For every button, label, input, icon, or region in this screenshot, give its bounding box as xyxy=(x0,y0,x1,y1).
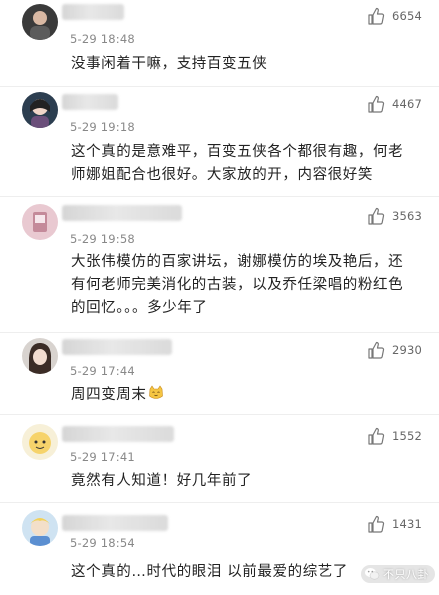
thumbs-up-icon xyxy=(366,6,386,26)
like-button[interactable]: 3563 xyxy=(366,206,436,226)
username[interactable] xyxy=(62,426,174,442)
divider xyxy=(0,332,439,333)
avatar[interactable] xyxy=(22,510,58,546)
thumbs-up-icon xyxy=(366,206,386,226)
thumbs-up-icon xyxy=(366,94,386,114)
divider xyxy=(0,502,439,503)
divider xyxy=(0,86,439,87)
thumbs-up-icon xyxy=(366,514,386,534)
like-button[interactable]: 1431 xyxy=(366,514,436,534)
watermark-text: 不只八卦 xyxy=(383,568,429,581)
username[interactable] xyxy=(62,205,182,221)
divider xyxy=(0,414,439,415)
thumbs-up-icon xyxy=(366,426,386,446)
avatar[interactable] xyxy=(22,338,58,374)
thumbs-up-icon xyxy=(366,340,386,360)
like-button[interactable]: 4467 xyxy=(366,94,436,114)
comment-time: 5-29 19:58 xyxy=(70,232,135,246)
like-count: 1431 xyxy=(392,517,423,531)
comment-text: 这个真的是意难平，百变五侠各个都很有趣，何老师娜姐配合也很好。大家放的开，内容很… xyxy=(71,144,404,183)
avatar[interactable] xyxy=(22,424,58,460)
avatar[interactable] xyxy=(22,92,58,128)
divider xyxy=(0,196,439,197)
like-count: 2930 xyxy=(392,343,423,357)
comment-text-content: 周四变周末 xyxy=(71,387,147,403)
comment-text: 竟然有人知道！好几年前了 xyxy=(71,473,253,489)
comment-text: 没事闲着干嘛，支持百变五侠 xyxy=(71,56,268,72)
comment-text: 这个真的…时代的眼泪 以前最爱的综艺了 xyxy=(71,564,349,580)
watermark: 不只八卦 xyxy=(361,565,435,583)
like-count: 3563 xyxy=(392,209,423,223)
like-button[interactable]: 1552 xyxy=(366,426,436,446)
username[interactable] xyxy=(62,339,172,355)
comment-text: 大张伟模仿的百家讲坛，谢娜模仿的埃及艳后，还有何老师完美消化的古装，以及乔任梁唱… xyxy=(71,254,404,316)
comment-time: 5-29 17:44 xyxy=(70,364,135,378)
like-count: 6654 xyxy=(392,9,423,23)
cat-face-icon xyxy=(148,385,164,401)
username[interactable] xyxy=(62,515,168,531)
wechat-icon xyxy=(364,566,380,582)
avatar[interactable] xyxy=(22,4,58,40)
like-count: 1552 xyxy=(392,429,423,443)
like-count: 4467 xyxy=(392,97,423,111)
comment-text: 周四变周末 xyxy=(71,384,411,407)
avatar[interactable] xyxy=(22,204,58,240)
username[interactable] xyxy=(62,94,118,110)
comment-time: 5-29 17:41 xyxy=(70,450,135,464)
username[interactable] xyxy=(62,4,124,20)
like-button[interactable]: 2930 xyxy=(366,340,436,360)
comment-time: 5-29 18:48 xyxy=(70,32,135,46)
comment-time: 5-29 19:18 xyxy=(70,120,135,134)
like-button[interactable]: 6654 xyxy=(366,6,436,26)
comment-time: 5-29 18:54 xyxy=(70,536,135,550)
